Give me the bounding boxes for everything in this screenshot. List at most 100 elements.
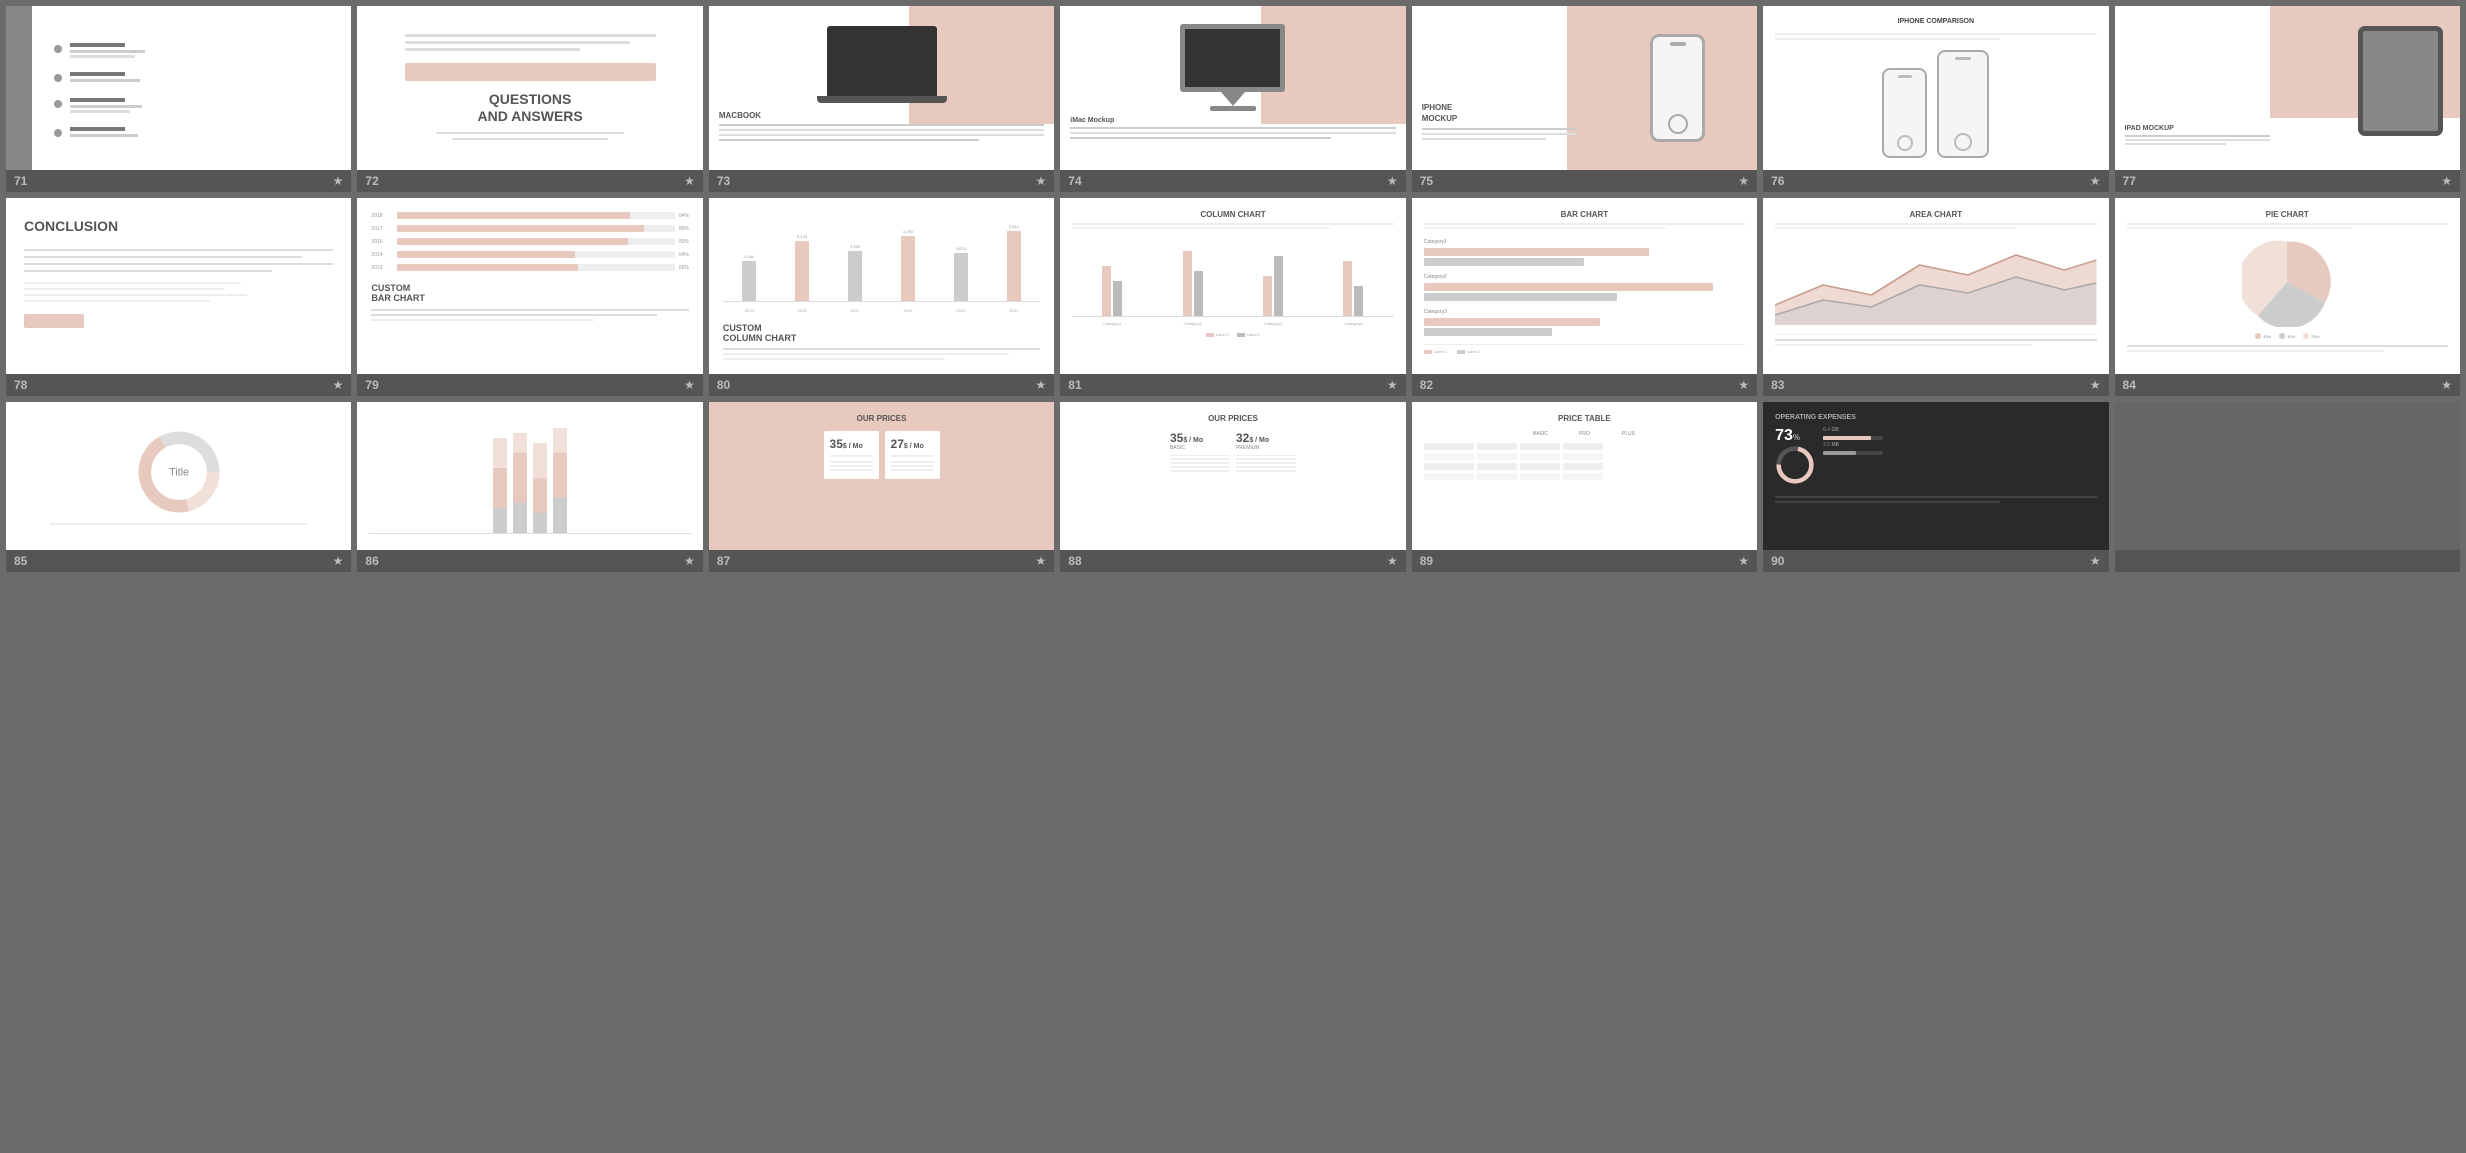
slide-77-number: 77: [2123, 174, 2136, 188]
slide-73-card[interactable]: MACBOOK 73 ★: [709, 6, 1054, 192]
slide-77-thumb: IPAD MOCKUP: [2115, 6, 2460, 170]
slide-72-card[interactable]: QUESTIONS AND ANSWERS 72 ★: [357, 6, 702, 192]
slide-empty-card: [2115, 402, 2460, 572]
slide-73-footer: 73 ★: [709, 170, 1054, 192]
slide-77-card[interactable]: IPAD MOCKUP 77 ★: [2115, 6, 2460, 192]
slide-83-number: 83: [1771, 378, 1784, 392]
slide-87-price2: 27$ / Mo: [891, 437, 934, 451]
slide-71-number: 71: [14, 174, 27, 188]
slide-90-footer: 90 ★: [1763, 550, 2108, 572]
slide-88-number: 88: [1068, 554, 1081, 568]
slide-84-footer: 84 ★: [2115, 374, 2460, 396]
svg-text:Title: Title: [169, 467, 189, 479]
slide-75-title: IPHONEMOCKUP: [1422, 103, 1577, 124]
row-top: 71 ★ QUESTIONS AND ANSWERS 7: [0, 0, 2466, 192]
slide-80-star: ★: [1036, 378, 1047, 392]
slide-empty-thumb: [2115, 402, 2460, 550]
slide-75-thumb: IPHONEMOCKUP: [1412, 6, 1757, 170]
slide-75-card[interactable]: IPHONEMOCKUP 75 ★: [1412, 6, 1757, 192]
slide-76-title: IPHONE COMPARISON: [1775, 18, 2096, 25]
slide-81-thumb: COLUMN CHART: [1060, 198, 1405, 374]
slide-74-card[interactable]: iMac Mockup 74 ★: [1060, 6, 1405, 192]
slide-77-footer: 77 ★: [2115, 170, 2460, 192]
slide-71-footer: 71 ★: [6, 170, 351, 192]
slide-72-title: QUESTIONS: [478, 91, 583, 108]
slide-78-title: CONCLUSION: [24, 218, 333, 235]
slide-82-thumb: BAR CHART Category1 Category2 Category3: [1412, 198, 1757, 374]
slide-82-footer: 82 ★: [1412, 374, 1757, 396]
slide-73-star: ★: [1036, 174, 1047, 188]
slide-83-footer: 83 ★: [1763, 374, 2108, 396]
gauge-svg: [1775, 445, 1815, 485]
slide-81-card[interactable]: COLUMN CHART: [1060, 198, 1405, 396]
slide-86-card[interactable]: 86 ★: [357, 402, 702, 572]
slide-74-number: 74: [1068, 174, 1081, 188]
slide-86-number: 86: [365, 554, 378, 568]
slide-88-star: ★: [1387, 554, 1398, 568]
slide-80-card[interactable]: 4,344 5,120 3,990 4,780: [709, 198, 1054, 396]
slide-86-star: ★: [684, 554, 695, 568]
slide-73-title: MACBOOK: [719, 111, 1044, 120]
slide-84-thumb: PIE CHART 45% 30% 25%: [2115, 198, 2460, 374]
row-bot: Title 85 ★: [0, 396, 2466, 572]
slide-88-thumb: OUR PRICES 35$ / Mo BASIC 32$ / Mo PREMI…: [1060, 402, 1405, 550]
slide-75-number: 75: [1420, 174, 1433, 188]
slide-89-footer: 89 ★: [1412, 550, 1757, 572]
slide-89-thumb: PRICE TABLE BASIC PRO PLUS: [1412, 402, 1757, 550]
slide-80-thumb: 4,344 5,120 3,990 4,780: [709, 198, 1054, 374]
slide-87-footer: 87 ★: [709, 550, 1054, 572]
slide-82-card[interactable]: BAR CHART Category1 Category2 Category3: [1412, 198, 1757, 396]
slide-85-star: ★: [333, 554, 344, 568]
slide-87-title: OUR PRICES: [721, 414, 1042, 423]
slide-85-footer: 85 ★: [6, 550, 351, 572]
slide-73-number: 73: [717, 174, 730, 188]
slide-76-star: ★: [2090, 174, 2101, 188]
slide-90-title: OPERATING EXPENSES: [1775, 414, 2096, 421]
slide-76-thumb: IPHONE COMPARISON: [1763, 6, 2108, 170]
slide-79-star: ★: [684, 378, 695, 392]
slide-85-number: 85: [14, 554, 27, 568]
slide-79-card[interactable]: 2018 84% 2017 89% 2016: [357, 198, 702, 396]
donut-chart-svg: Title: [134, 427, 224, 517]
slide-84-title: PIE CHART: [2127, 210, 2448, 219]
slide-82-number: 82: [1420, 378, 1433, 392]
slide-87-card[interactable]: OUR PRICES 35$ / Mo 27$ / Mo: [709, 402, 1054, 572]
slide-83-thumb: AREA CHART: [1763, 198, 2108, 374]
slide-90-thumb: OPERATING EXPENSES 73% 6.4 GB 3.5 MB: [1763, 402, 2108, 550]
slide-90-card[interactable]: OPERATING EXPENSES 73% 6.4 GB 3.5 MB: [1763, 402, 2108, 572]
slide-78-number: 78: [14, 378, 27, 392]
slide-79-number: 79: [365, 378, 378, 392]
slide-80-number: 80: [717, 378, 730, 392]
slide-89-star: ★: [1738, 554, 1749, 568]
slide-79-footer: 79 ★: [357, 374, 702, 396]
slide-74-title: iMac Mockup: [1070, 117, 1395, 124]
slide-88-tier2: PREMIUM: [1236, 445, 1296, 451]
slide-71-card[interactable]: 71 ★: [6, 6, 351, 192]
slide-76-card[interactable]: IPHONE COMPARISON 76 ★: [1763, 6, 2108, 192]
slide-72-number: 72: [365, 174, 378, 188]
slide-74-star: ★: [1387, 174, 1398, 188]
slide-79-thumb: 2018 84% 2017 89% 2016: [357, 198, 702, 374]
slide-78-thumb: CONCLUSION: [6, 198, 351, 374]
slide-72-star: ★: [684, 174, 695, 188]
slide-74-thumb: iMac Mockup: [1060, 6, 1405, 170]
slide-90-number: 90: [1771, 554, 1784, 568]
slide-72-thumb: QUESTIONS AND ANSWERS: [357, 6, 702, 170]
slide-87-number: 87: [717, 554, 730, 568]
slide-84-card[interactable]: PIE CHART 45% 30% 25%: [2115, 198, 2460, 396]
row-mid: CONCLUSION 78 ★: [0, 192, 2466, 396]
slide-82-title: BAR CHART: [1424, 210, 1745, 219]
slide-78-card[interactable]: CONCLUSION 78 ★: [6, 198, 351, 396]
slide-empty-footer: [2115, 550, 2460, 572]
slide-75-footer: 75 ★: [1412, 170, 1757, 192]
slide-79-title: CUSTOMBAR CHART: [371, 283, 688, 303]
slide-71-thumb: [6, 6, 351, 170]
slide-71-star: ★: [333, 174, 344, 188]
slide-88-card[interactable]: OUR PRICES 35$ / Mo BASIC 32$ / Mo PREMI…: [1060, 402, 1405, 572]
slide-85-card[interactable]: Title 85 ★: [6, 402, 351, 572]
slide-89-card[interactable]: PRICE TABLE BASIC PRO PLUS: [1412, 402, 1757, 572]
slide-83-title: AREA CHART: [1775, 210, 2096, 219]
slide-88-title: OUR PRICES: [1072, 414, 1393, 423]
slide-80-footer: 80 ★: [709, 374, 1054, 396]
slide-83-card[interactable]: AREA CHART 83 ★: [1763, 198, 2108, 396]
